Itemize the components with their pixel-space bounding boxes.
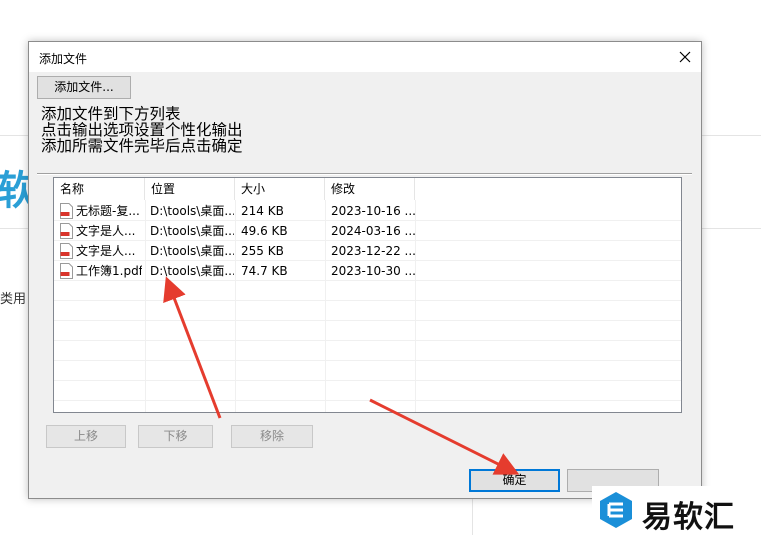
file-name: 工作簿1.pdf <box>76 264 142 278</box>
close-icon <box>679 51 691 63</box>
file-location: D:\tools\桌面... <box>150 264 234 278</box>
column-header-modified[interactable]: 修改 <box>325 178 415 200</box>
file-modified: 2024-03-16 ... <box>331 224 415 238</box>
list-header: 名称 位置 大小 修改 <box>54 178 681 200</box>
file-size: 74.7 KB <box>241 264 288 278</box>
ok-button[interactable]: 确定 <box>469 469 560 492</box>
file-modified: 2023-10-30 ... <box>331 264 415 278</box>
dialog-titlebar[interactable]: 添加文件 <box>29 42 701 72</box>
separator <box>37 173 692 175</box>
file-name: 文字是人... <box>76 244 136 258</box>
column-header-name[interactable]: 名称 <box>54 178 145 200</box>
grid-line <box>54 400 681 401</box>
file-name: 无标题-复... <box>76 204 140 218</box>
instruction-line: 添加所需文件完毕后点击确定 <box>41 137 243 155</box>
column-header-location[interactable]: 位置 <box>145 178 235 200</box>
table-row[interactable]: 文字是人... D:\tools\桌面... 49.6 KB 2024-03-1… <box>54 221 681 241</box>
watermark: 易软汇 <box>592 486 761 535</box>
grid-line <box>54 360 681 361</box>
grid-line <box>54 340 681 341</box>
file-name: 文字是人... <box>76 224 136 238</box>
file-modified: 2023-10-16 ... <box>331 204 415 218</box>
file-size: 255 KB <box>241 244 284 258</box>
file-modified: 2023-12-22 ... <box>331 244 415 258</box>
pdf-icon <box>60 263 73 279</box>
file-list[interactable]: 名称 位置 大小 修改 无标题-复... D:\tools\桌面... 214 … <box>53 177 682 413</box>
background-label: 类用 <box>0 292 27 307</box>
file-size: 214 KB <box>241 204 284 218</box>
move-down-button[interactable]: 下移 <box>138 425 213 448</box>
close-button[interactable] <box>669 42 701 72</box>
instruction-line: 点击输出选项设置个性化输出 <box>41 121 243 139</box>
file-location: D:\tools\桌面... <box>150 204 234 218</box>
instruction-line: 添加文件到下方列表 <box>41 105 181 123</box>
add-files-dialog: 添加文件 添加文件... 添加文件到下方列表 点击输出选项设置个性化输出 添加所… <box>28 41 702 499</box>
add-file-button[interactable]: 添加文件... <box>37 76 131 99</box>
brand-logo-icon <box>600 492 632 528</box>
instructions: 添加文件到下方列表 点击输出选项设置个性化输出 添加所需文件完毕后点击确定 <box>41 106 243 154</box>
column-header-size[interactable]: 大小 <box>235 178 325 200</box>
table-row[interactable]: 文字是人... D:\tools\桌面... 255 KB 2023-12-22… <box>54 241 681 261</box>
file-location: D:\tools\桌面... <box>150 244 234 258</box>
grid-line <box>54 300 681 301</box>
pdf-icon <box>60 223 73 239</box>
watermark-text: 易软汇 <box>642 500 735 535</box>
remove-button[interactable]: 移除 <box>231 425 313 448</box>
file-size: 49.6 KB <box>241 224 288 238</box>
move-up-button[interactable]: 上移 <box>46 425 126 448</box>
table-row[interactable]: 无标题-复... D:\tools\桌面... 214 KB 2023-10-1… <box>54 201 681 221</box>
pdf-icon <box>60 243 73 259</box>
grid-line <box>54 380 681 381</box>
grid-line <box>54 320 681 321</box>
dialog-title: 添加文件 <box>39 52 88 66</box>
table-row[interactable]: 工作簿1.pdf D:\tools\桌面... 74.7 KB 2023-10-… <box>54 261 681 281</box>
file-location: D:\tools\桌面... <box>150 224 234 238</box>
pdf-icon <box>60 203 73 219</box>
